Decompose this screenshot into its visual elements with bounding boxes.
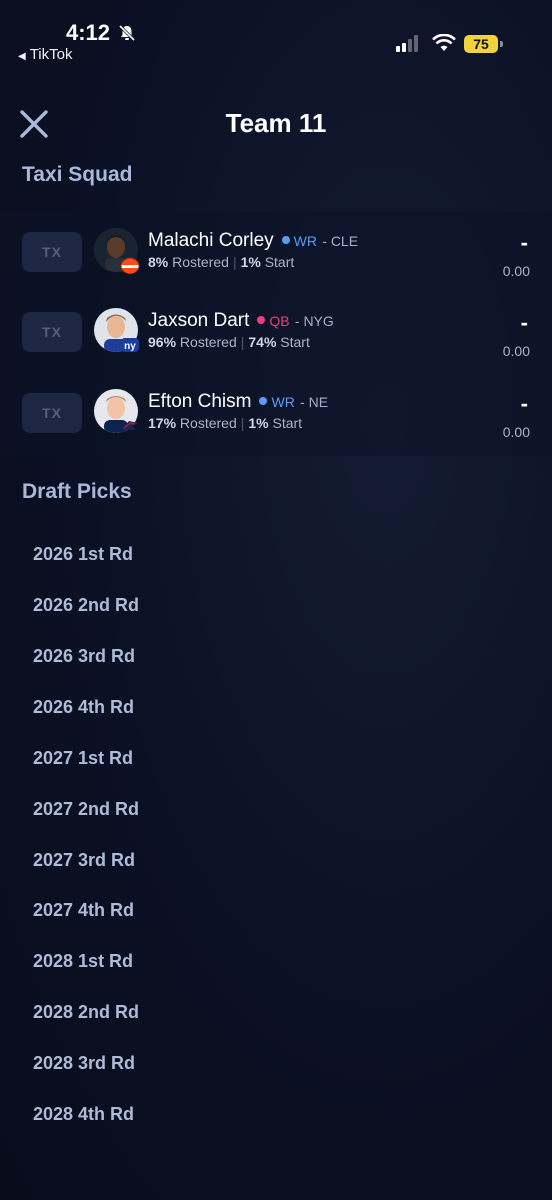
player-score: - <box>520 230 528 255</box>
player-score: - <box>520 391 528 416</box>
rostered-label: Rostered <box>172 254 229 270</box>
player-points: 0.00 <box>502 343 530 359</box>
browns-logo-icon <box>120 257 140 274</box>
player-name: Malachi Corley <box>148 230 274 251</box>
status-bar: 4:12 ◀ TikTok 75 <box>0 0 552 70</box>
rostered-label: Rostered <box>179 334 237 350</box>
draft-pick-item[interactable]: 2028 4th Rd <box>33 1104 134 1125</box>
position-dot <box>257 315 266 324</box>
draft-pick-item[interactable]: 2026 1st Rd <box>33 544 133 565</box>
player-stats: 17% Rostered | 1% Start <box>148 415 302 431</box>
player-row-jaxson-dart[interactable]: TX ny Jaxson Dart QB - NYG 96% Rostered | 7… <box>0 294 552 364</box>
player-team: - CLE <box>322 233 359 249</box>
player-team: - NYG <box>294 313 334 329</box>
player-name: Jaxson Dart <box>148 310 250 331</box>
battery-indicator: 75 <box>464 35 498 53</box>
position-dot <box>281 235 290 244</box>
player-row-malachi-corley[interactable]: TX Malachi Corley WR - CLE 8% Rostered | 1%… <box>0 214 552 284</box>
start-pct: 74% <box>248 334 277 350</box>
draft-picks-heading: Draft Picks <box>22 480 132 503</box>
patriots-logo-icon <box>122 421 138 430</box>
stats-divider: | <box>232 254 237 270</box>
draft-pick-item[interactable]: 2027 2nd Rd <box>33 799 139 820</box>
player-stats: 96% Rostered | 74% Start <box>148 334 310 350</box>
bell-muted-icon <box>118 24 136 42</box>
player-row-efton-chism[interactable]: TX Efton Chism WR - NE 17% Rostered | 1% St… <box>0 375 552 445</box>
player-points: 0.00 <box>502 424 530 440</box>
battery-nub <box>500 41 503 47</box>
player-points: 0.00 <box>502 263 530 279</box>
draft-pick-item[interactable]: 2027 4th Rd <box>33 900 134 921</box>
svg-text:ny: ny <box>124 341 136 352</box>
player-team: - NE <box>300 394 329 410</box>
back-triangle-icon: ◀ <box>18 51 26 62</box>
cellular-signal-icon <box>396 32 422 52</box>
draft-pick-item[interactable]: 2026 2nd Rd <box>33 595 139 616</box>
start-label: Start <box>280 334 310 350</box>
draft-pick-item[interactable]: 2027 1st Rd <box>33 748 133 769</box>
rostered-pct: 8% <box>148 254 169 270</box>
draft-pick-item[interactable]: 2028 2nd Rd <box>33 1002 139 1023</box>
start-label: Start <box>272 415 303 431</box>
player-stats: 8% Rostered | 1% Start <box>148 254 294 270</box>
player-name: Efton Chism <box>148 391 252 412</box>
back-app-label: TikTok <box>29 46 73 63</box>
start-pct: 1% <box>240 254 261 270</box>
rostered-label: Rostered <box>179 415 237 431</box>
player-name-line: Malachi Corley WR - CLE <box>148 230 358 252</box>
page-title: Team 11 <box>225 108 327 138</box>
draft-pick-item[interactable]: 2026 4th Rd <box>33 697 134 718</box>
stats-divider: | <box>240 334 245 350</box>
rostered-pct: 96% <box>148 334 177 350</box>
draft-pick-item[interactable]: 2027 3rd Rd <box>33 850 135 871</box>
start-pct: 1% <box>248 415 269 431</box>
clock: 4:12 <box>66 20 111 45</box>
back-to-app-link[interactable]: ◀ TikTok <box>18 46 72 63</box>
position-dot <box>259 396 268 405</box>
taxi-slot-badge[interactable]: TX <box>22 393 82 433</box>
taxi-squad-panel: TX Malachi Corley WR - CLE 8% Rostered | 1%… <box>0 212 552 456</box>
player-position: WR <box>271 394 295 410</box>
draft-pick-item[interactable]: 2028 3rd Rd <box>33 1053 135 1074</box>
wifi-icon <box>432 34 456 51</box>
taxi-slot-badge[interactable]: TX <box>22 312 82 352</box>
draft-pick-item[interactable]: 2026 3rd Rd <box>33 646 135 667</box>
player-name-line: Efton Chism WR - NE <box>148 391 328 413</box>
player-name-line: Jaxson Dart QB - NYG <box>148 310 334 332</box>
draft-pick-item[interactable]: 2028 1st Rd <box>33 951 133 972</box>
player-position: WR <box>293 233 317 249</box>
rostered-pct: 17% <box>148 415 177 431</box>
player-position: QB <box>269 313 290 329</box>
taxi-slot-badge[interactable]: TX <box>22 232 82 272</box>
stats-divider: | <box>240 415 245 431</box>
player-score: - <box>520 310 528 335</box>
giants-logo-icon: ny <box>121 338 139 352</box>
start-label: Start <box>264 254 295 270</box>
taxi-squad-heading: Taxi Squad <box>22 163 133 186</box>
